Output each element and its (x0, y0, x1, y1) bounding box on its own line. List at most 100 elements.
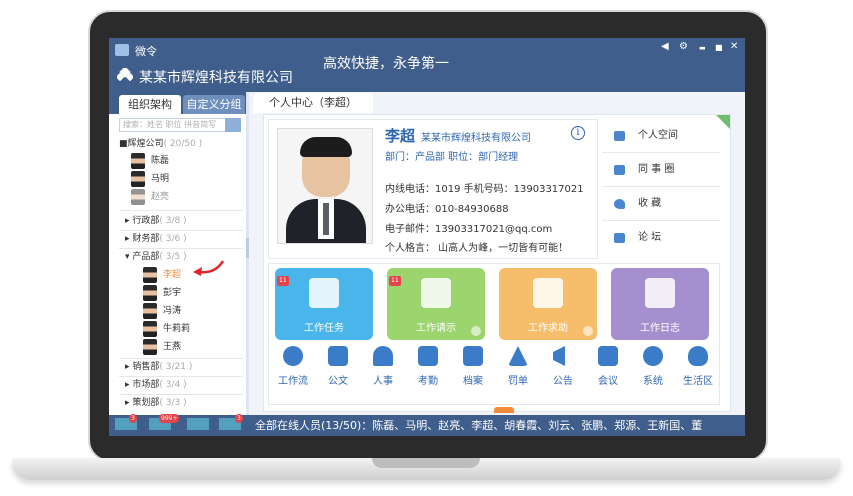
tool-life-zone[interactable]: 生活区 (678, 346, 718, 390)
tile-badge: 11 (277, 276, 289, 286)
tree-dept-product[interactable]: ▾ 产品部( 3/5 ) (125, 249, 187, 265)
maximize-button[interactable]: ■ (715, 43, 723, 52)
personal-center-content: 李超 某某市辉煌科技有限公司 部门：产品部 职位：部门经理 i 内线电话：101… (263, 114, 731, 413)
notification-badge: 999+ (159, 414, 180, 423)
mail-button[interactable]: 3 (115, 414, 137, 430)
profile-photo (277, 128, 373, 244)
app-window: 微令 某某市辉煌科技有限公司 高效快捷，永争第一 ◀ ⚙ ▬ ■ ✕ 组织架构 … (109, 38, 745, 436)
chat-button[interactable]: 3 (219, 414, 243, 430)
tree-dept-planning[interactable]: ▸ 策划部( 3/3 ) (125, 395, 187, 411)
balloon-icon (688, 346, 708, 366)
tree-dept-finance[interactable]: ▸ 财务部( 3/6 ) (125, 231, 187, 247)
tool-system[interactable]: 系统 (633, 346, 673, 390)
sound-icon[interactable]: ◀ (661, 41, 669, 52)
quick-links: 个人空间 同 事 圈 收 藏 论 坛 (602, 119, 720, 259)
root-count: ( 20/50 ) (163, 139, 203, 149)
tab-personal-center[interactable]: 个人中心（李超） (253, 93, 373, 113)
attendance-icon (418, 346, 438, 366)
avatar (131, 171, 145, 187)
profile-office-phone: 办公电话：010-84930688 (385, 204, 509, 215)
close-button[interactable]: ✕ (730, 41, 738, 52)
tool-meeting[interactable]: 会议 (588, 346, 628, 390)
profile-card: 李超 某某市辉煌科技有限公司 部门：产品部 职位：部门经理 i 内线电话：101… (268, 119, 598, 259)
people-icon (614, 165, 625, 175)
tool-penalty[interactable]: 罚单 (498, 346, 538, 390)
app-logo-icon (115, 44, 129, 56)
tool-workflow[interactable]: 工作流 (273, 346, 313, 390)
root-label: ■辉煌公司 (119, 139, 164, 149)
company-name: 某某市辉煌科技有限公司 (139, 70, 293, 86)
minimize-button[interactable]: ▬ (699, 44, 706, 52)
contacts-tabs: 组织架构 自定义分组 (109, 92, 249, 114)
tree-dept-marketing[interactable]: ▸ 市场部( 3/4 ) (125, 377, 187, 393)
tile-badge: 11 (389, 276, 401, 286)
profile-department: 部门：产品部 职位：部门经理 (385, 152, 519, 163)
tile-work-request[interactable]: 11 工作请示 (387, 268, 485, 340)
link-favorites[interactable]: 收 藏 (602, 187, 720, 221)
tool-archive[interactable]: 档案 (453, 346, 493, 390)
link-personal-space[interactable]: 个人空间 (602, 119, 720, 153)
gear-icon (643, 346, 663, 366)
collapse-arrow-icon[interactable] (494, 407, 514, 413)
slogan: 高效快捷，永争第一 (323, 56, 449, 72)
company-logo-icon (117, 68, 133, 82)
profile-email: 电子邮件：13903317021@qq.com (385, 224, 553, 235)
tile-work-task[interactable]: 11 工作任务 (275, 268, 373, 340)
workflow-icon (283, 346, 303, 366)
contact-item-selected[interactable]: 李超 (143, 266, 181, 284)
tree-dept-admin[interactable]: ▸ 行政部( 3/8 ) (125, 213, 187, 229)
online-users-ticker: 全部在线人员(13/50)：陈磊、马明、赵亮、李超、胡春霞、刘云、张鹏、郑源、王… (255, 419, 703, 432)
home-icon (614, 131, 625, 141)
tile-work-help[interactable]: 工作求助 (499, 268, 597, 340)
avatar (143, 303, 157, 319)
avatar (143, 321, 157, 337)
tab-org-structure[interactable]: 组织架构 (119, 95, 181, 114)
contact-item[interactable]: 牛莉莉 (143, 320, 190, 338)
tool-attendance[interactable]: 考勤 (408, 346, 448, 390)
drawer-icon (309, 278, 339, 308)
contact-item[interactable]: 马明 (131, 170, 169, 188)
folder-icon (421, 278, 451, 308)
contact-item[interactable]: 彭宇 (143, 284, 181, 302)
tile-work-log[interactable]: 工作日志 (611, 268, 709, 340)
archive-icon (463, 346, 483, 366)
main-area: 个人中心（李超） 李超 某某市辉煌科技有限公司 部门：产品部 职位：部门经理 i… (249, 92, 745, 415)
avatar (143, 285, 157, 301)
heart-icon (614, 199, 625, 209)
tool-hr[interactable]: 人事 (363, 346, 403, 390)
notebook-icon (645, 278, 675, 308)
laptop-notch (372, 458, 480, 468)
contact-search-input[interactable]: 搜索：姓名 职位 拼音简写 (119, 118, 241, 132)
tool-notice[interactable]: 公告 (543, 346, 583, 390)
app-name: 微令 (135, 45, 157, 58)
profile-motto: 个人格言： 山高人为峰，一切皆有可能！ (385, 243, 569, 254)
contacts-panel: 组织架构 自定义分组 搜索：姓名 职位 拼音简写 ■辉煌公司( 20/50 ) … (109, 92, 249, 415)
tab-custom-groups[interactable]: 自定义分组 (183, 95, 245, 114)
contact-item[interactable]: 冯涛 (143, 302, 181, 320)
link-forum[interactable]: 论 坛 (602, 221, 720, 255)
contact-item[interactable]: 王燕 (143, 338, 181, 356)
tool-document[interactable]: 公文 (318, 346, 358, 390)
contact-item[interactable]: 陈磊 (131, 152, 169, 170)
settings-icon[interactable]: ⚙ (679, 41, 688, 52)
profile-company: 某某市辉煌科技有限公司 (421, 133, 531, 144)
notification-button[interactable]: 999+ (149, 414, 180, 430)
info-icon[interactable]: i (571, 126, 585, 140)
chat-badge: 3 (235, 414, 243, 423)
search-icon[interactable] (225, 118, 241, 132)
profile-phones: 内线电话：1019 手机号码：13903317021 (385, 184, 584, 195)
tree-dept-sales[interactable]: ▸ 销售部( 3/21 ) (125, 359, 192, 375)
envelope-icon (328, 346, 348, 366)
phone-button[interactable] (187, 418, 209, 430)
pointer-arrow-icon (193, 260, 225, 276)
avatar (131, 153, 145, 169)
mail-badge: 3 (129, 414, 137, 423)
tree-root[interactable]: ■辉煌公司( 20/50 ) (119, 136, 202, 152)
avatar (131, 189, 145, 205)
link-colleague-circle[interactable]: 同 事 圈 (602, 153, 720, 187)
contact-item[interactable]: 赵亮 (131, 188, 169, 206)
title-bar: 微令 某某市辉煌科技有限公司 高效快捷，永争第一 ◀ ⚙ ▬ ■ ✕ (109, 38, 745, 92)
handshake-icon (533, 278, 563, 308)
divider (119, 210, 243, 211)
status-bar: 3 999+ 3 全部在线人员(13/50)：陈磊、马明、赵亮、李超、胡春霞、刘… (109, 414, 745, 436)
